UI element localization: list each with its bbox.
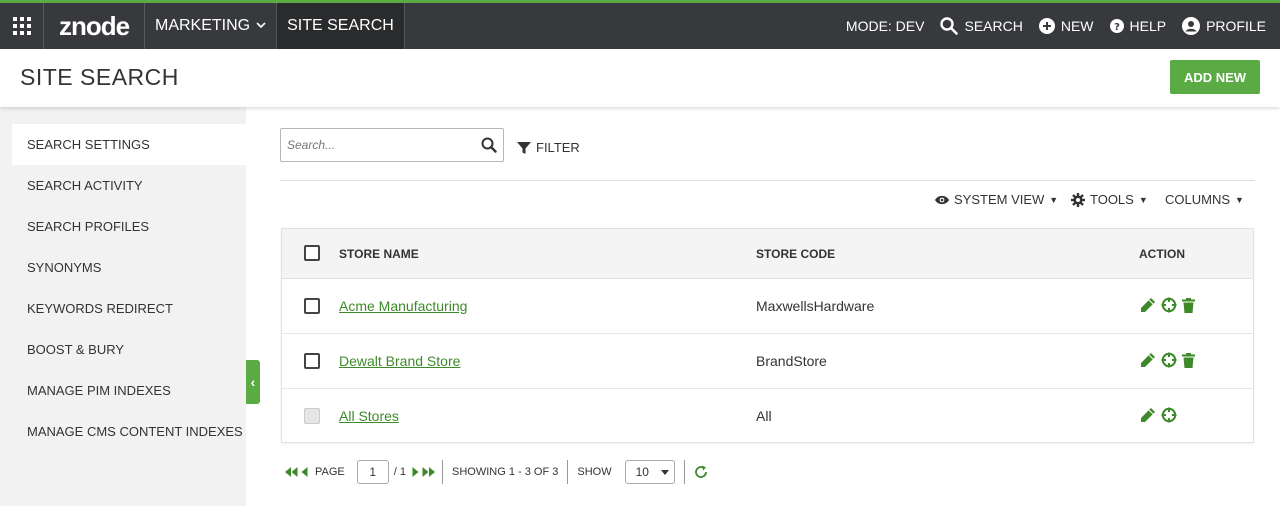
tools-label: TOOLS	[1090, 192, 1134, 207]
store-grid: STORE NAME STORE CODE ACTION Acme Manufa…	[281, 228, 1254, 443]
menu-marketing-label: MARKETING	[155, 17, 251, 34]
row-checkbox-disabled	[304, 408, 320, 424]
edit-pencil-icon[interactable]	[1140, 352, 1156, 368]
sidebar-item-search-profiles[interactable]: SEARCH PROFILES	[12, 206, 246, 247]
menu-marketing[interactable]: MARKETING	[145, 3, 278, 49]
first-page-icon[interactable]	[285, 467, 298, 477]
page-label: PAGE	[315, 466, 345, 478]
toolbar-divider	[280, 180, 1255, 181]
top-help-button[interactable]: ? HELP	[1109, 18, 1167, 34]
top-new-button[interactable]: NEW	[1038, 18, 1094, 34]
caret-down-icon: ▼	[1235, 194, 1244, 205]
znode-logo[interactable]: znode	[44, 3, 145, 49]
gear-icon	[1071, 192, 1085, 207]
sidebar: SEARCH SETTINGS SEARCH ACTIVITY SEARCH P…	[0, 107, 246, 506]
mode-label: MODE: DEV	[845, 18, 925, 34]
sidebar-item-manage-cms-content-indexes[interactable]: MANAGE CMS CONTENT INDEXES	[12, 411, 246, 452]
eye-icon	[935, 195, 949, 204]
search-icon	[940, 17, 959, 35]
search-icon[interactable]	[481, 137, 497, 158]
top-help-label: HELP	[1129, 18, 1167, 34]
last-page-icon[interactable]	[422, 467, 435, 477]
chevron-left-icon: ‹	[250, 374, 256, 390]
crosshair-icon[interactable]	[1161, 297, 1177, 313]
sidebar-item-boost-bury[interactable]: BOOST & BURY	[12, 329, 246, 370]
top-profile-button[interactable]: PROFILE	[1182, 17, 1266, 35]
chevron-down-icon	[256, 21, 266, 32]
top-new-label: NEW	[1060, 18, 1094, 34]
grid-search-box	[280, 128, 504, 162]
caret-down-icon	[660, 469, 669, 475]
column-header-store-name[interactable]: STORE NAME	[339, 247, 419, 261]
top-search-label: SEARCH	[964, 18, 1023, 34]
system-view-label: SYSTEM VIEW	[954, 192, 1045, 207]
grid-pager: PAGE 1 / 1 SHOWING 1 - 3 OF 3 SHOW 10	[285, 459, 708, 485]
refresh-icon[interactable]	[694, 465, 708, 479]
edit-pencil-icon[interactable]	[1140, 407, 1156, 423]
store-code-cell: All	[756, 408, 772, 424]
tools-dropdown[interactable]: TOOLS ▼	[1071, 192, 1148, 207]
trash-icon[interactable]	[1182, 297, 1195, 313]
pager-divider	[567, 460, 569, 484]
columns-dropdown[interactable]: COLUMNS ▼	[1165, 192, 1244, 207]
page-size-value: 10	[635, 465, 649, 479]
top-navigation-bar: znode MARKETING SITE SEARCH MODE: DEV SE…	[0, 0, 1280, 49]
top-search-button[interactable]: SEARCH	[940, 17, 1023, 35]
page-number-value: 1	[369, 465, 377, 479]
menu-site-search[interactable]: SITE SEARCH	[277, 3, 405, 49]
sidebar-item-synonyms[interactable]: SYNONYMS	[12, 247, 246, 288]
show-label: SHOW	[577, 466, 612, 478]
grid-header-row: STORE NAME STORE CODE ACTION	[282, 229, 1253, 279]
mode-indicator[interactable]: MODE: DEV	[846, 18, 925, 34]
apps-grid-icon[interactable]	[0, 3, 44, 49]
system-view-dropdown[interactable]: SYSTEM VIEW ▼	[935, 192, 1058, 207]
sidebar-item-search-activity[interactable]: SEARCH ACTIVITY	[12, 165, 246, 206]
row-checkbox[interactable]	[304, 298, 320, 314]
pager-divider	[442, 460, 443, 484]
store-code-cell: MaxwellsHardware	[756, 298, 875, 314]
trash-icon[interactable]	[1182, 352, 1195, 368]
add-new-button[interactable]: ADD NEW	[1170, 60, 1260, 94]
total-pages-text: / 1	[393, 466, 406, 478]
sidebar-item-keywords-redirect[interactable]: KEYWORDS REDIRECT	[12, 288, 246, 329]
row-checkbox[interactable]	[304, 353, 320, 369]
crosshair-icon[interactable]	[1161, 407, 1177, 423]
grid-search-input[interactable]	[281, 129, 471, 161]
caret-down-icon: ▼	[1138, 194, 1148, 205]
sidebar-item-manage-pim-indexes[interactable]: MANAGE PIM INDEXES	[12, 370, 246, 411]
pager-divider	[683, 460, 685, 484]
page-title: SITE SEARCH	[20, 64, 179, 90]
filter-label: FILTER	[536, 140, 580, 155]
caret-down-icon: ▼	[1049, 194, 1059, 205]
store-name-link[interactable]: Acme Manufacturing	[339, 298, 467, 314]
previous-page-icon[interactable]	[301, 467, 308, 477]
menu-site-search-label: SITE SEARCH	[287, 17, 394, 34]
table-row: Dewalt Brand Store BrandStore	[282, 334, 1253, 389]
store-name-link[interactable]: Dewalt Brand Store	[339, 353, 460, 369]
next-page-icon[interactable]	[412, 467, 419, 477]
sidebar-item-search-settings[interactable]: SEARCH SETTINGS	[12, 124, 246, 165]
user-circle-icon	[1182, 17, 1201, 35]
column-header-store-code[interactable]: STORE CODE	[756, 247, 835, 261]
store-name-link[interactable]: All Stores	[339, 408, 399, 424]
table-row: Acme Manufacturing MaxwellsHardware	[282, 279, 1253, 334]
table-row: All Stores All	[282, 389, 1253, 444]
showing-text: SHOWING 1 - 3 OF 3	[452, 466, 559, 478]
top-profile-label: PROFILE	[1206, 18, 1266, 34]
filter-button[interactable]: FILTER	[517, 140, 580, 155]
question-circle-icon: ?	[1109, 19, 1124, 33]
select-all-checkbox[interactable]	[304, 245, 320, 261]
edit-pencil-icon[interactable]	[1140, 297, 1156, 313]
sidebar-collapse-button[interactable]: ‹	[246, 360, 260, 404]
page-number-input[interactable]: 1	[356, 460, 389, 484]
store-code-cell: BrandStore	[756, 353, 827, 369]
columns-label: COLUMNS	[1165, 192, 1231, 207]
filter-icon	[517, 141, 531, 154]
page-header: SITE SEARCH ADD NEW	[0, 49, 1280, 107]
crosshair-icon[interactable]	[1161, 352, 1177, 368]
plus-circle-icon	[1038, 18, 1055, 34]
column-header-action: ACTION	[1139, 247, 1185, 261]
page-size-select[interactable]: 10	[624, 460, 675, 484]
svg-text:?: ?	[1114, 22, 1120, 33]
